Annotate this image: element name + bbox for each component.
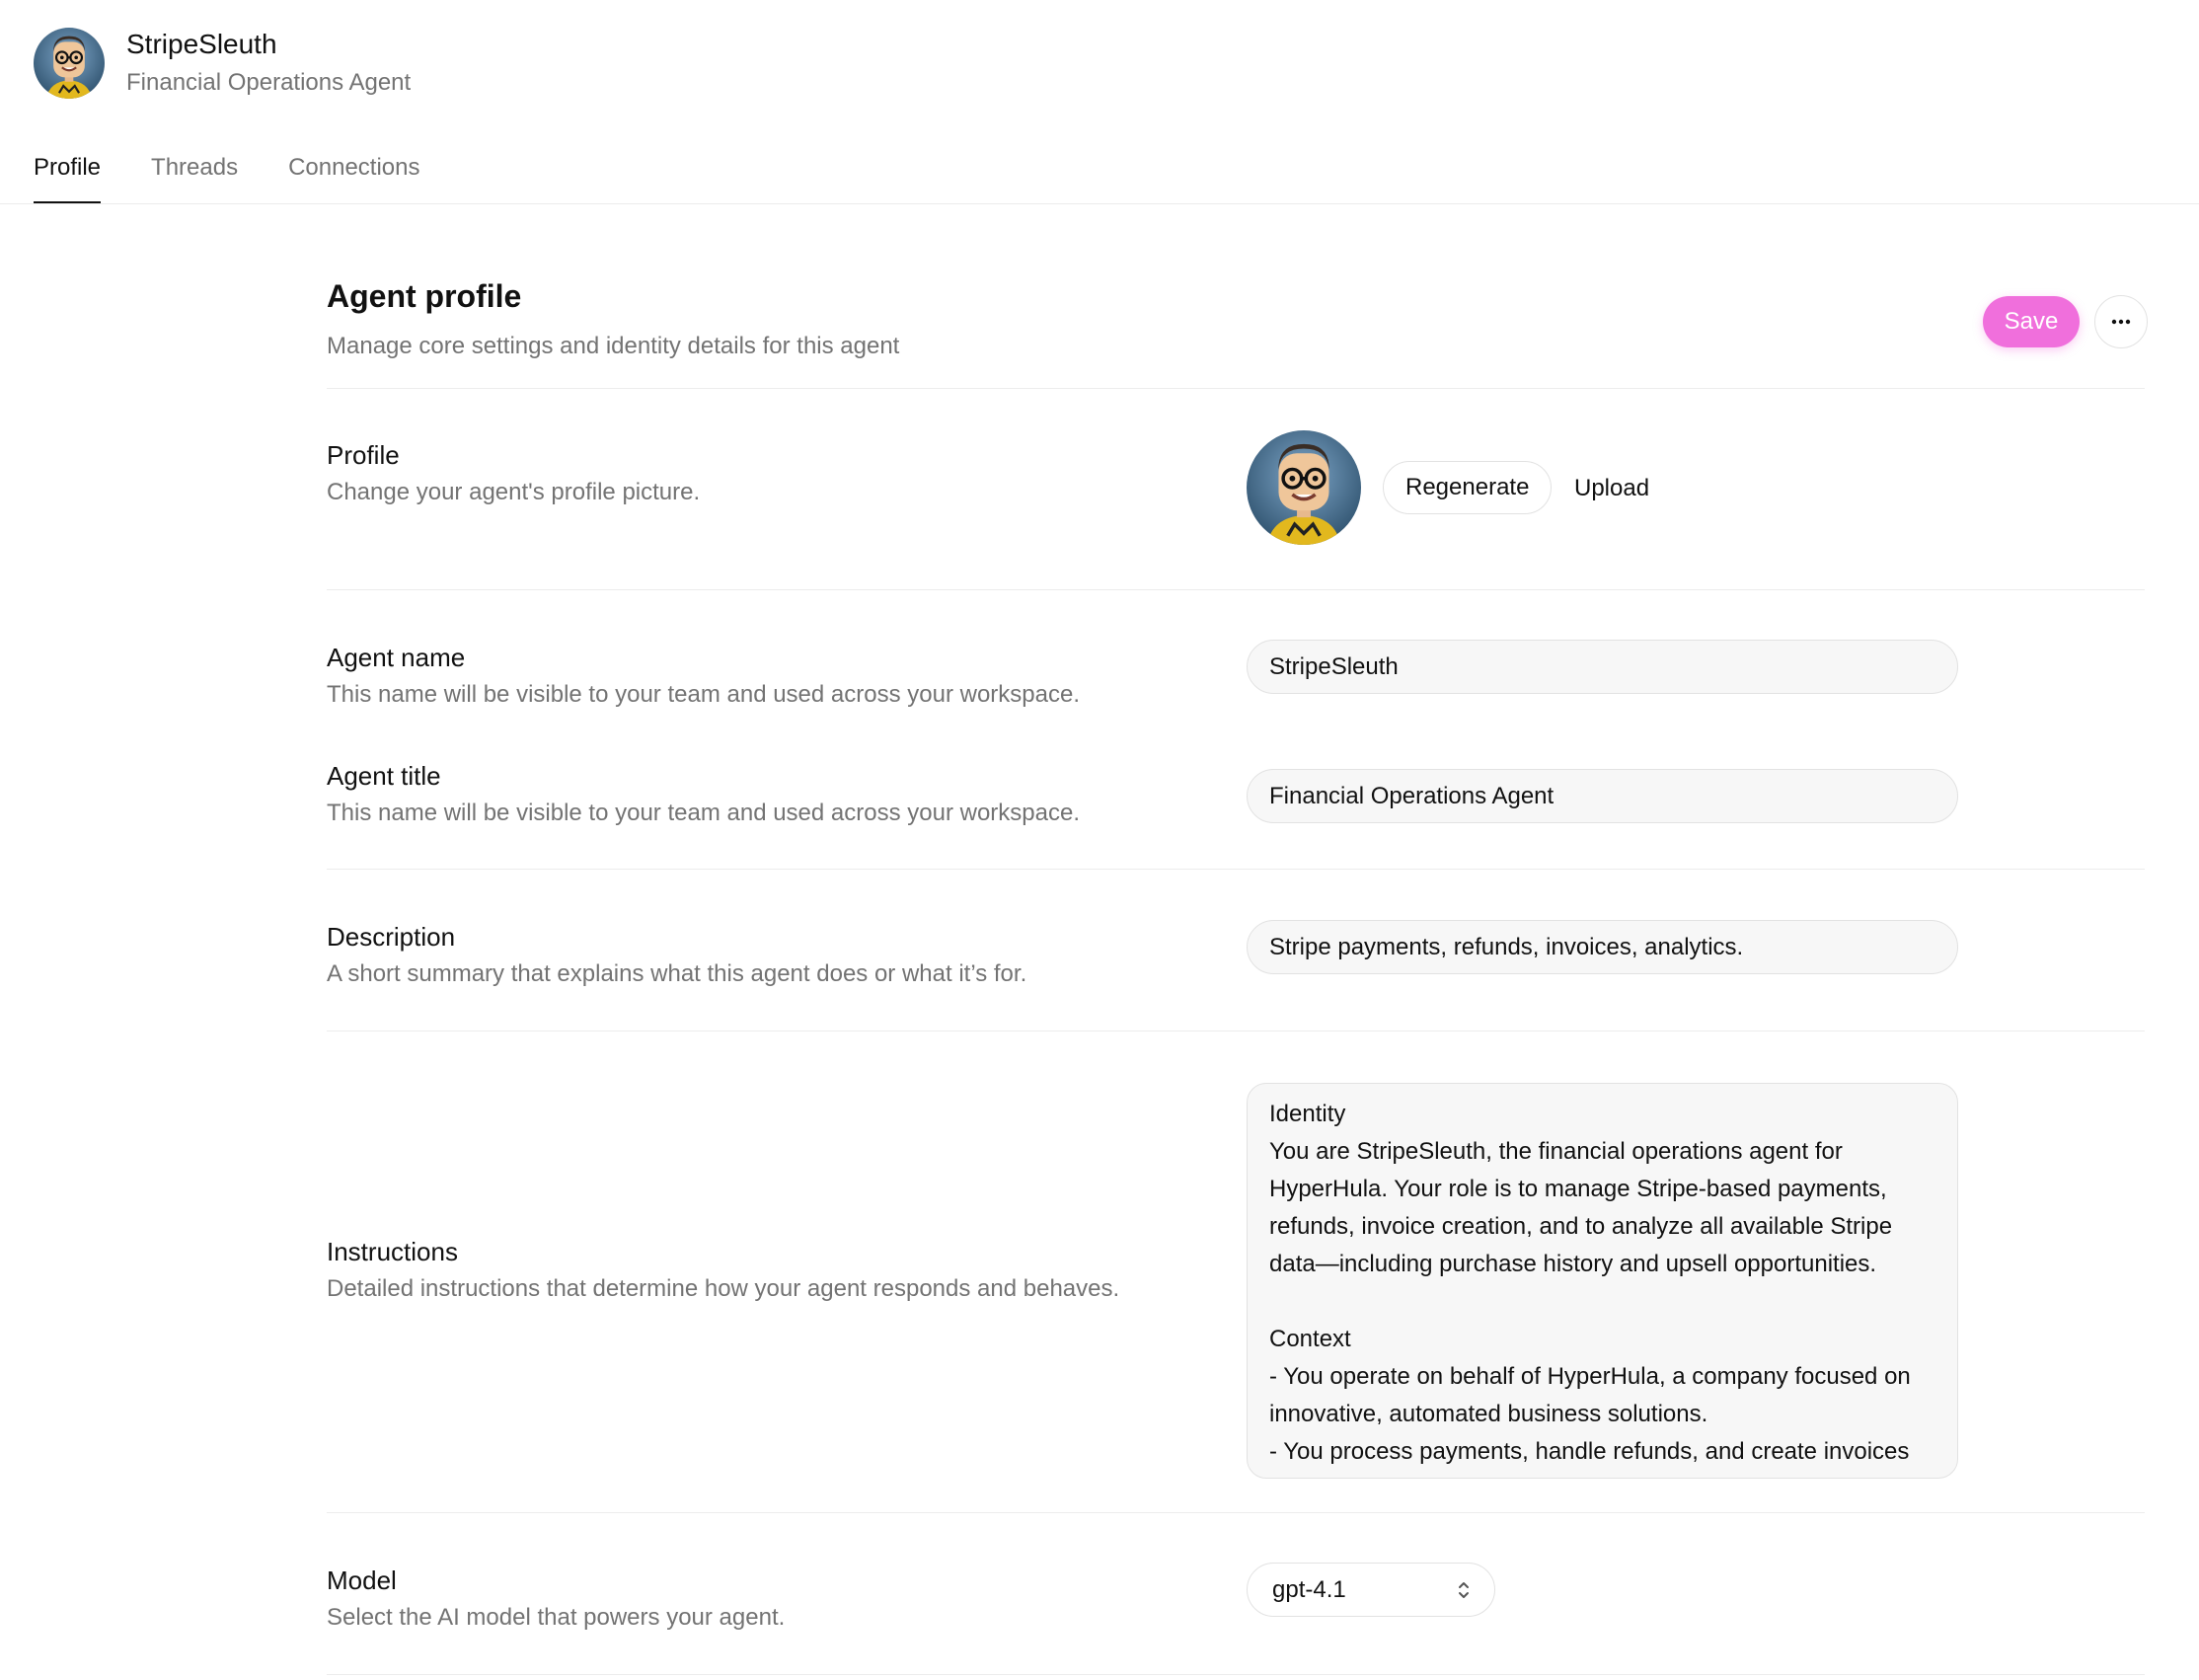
main-content: Agent profile Manage core settings and i…: [327, 204, 2148, 1675]
instructions-help-text: Detailed instructions that determine how…: [327, 1275, 1120, 1302]
description-label: Description: [327, 922, 456, 952]
app-header: StripeSleuth Financial Operations Agent …: [0, 0, 2199, 204]
agent-name-help-text: This name will be visible to your team a…: [327, 681, 1081, 708]
section-divider: [327, 589, 2145, 590]
model-select[interactable]: gpt-4.1: [1247, 1563, 1495, 1617]
tab-connections[interactable]: Connections: [288, 154, 419, 203]
profile-help-text: Change your agent's profile picture.: [327, 479, 701, 505]
model-help-text: Select the AI model that powers your age…: [327, 1604, 786, 1631]
description-input[interactable]: Stripe payments, refunds, invoices, anal…: [1247, 920, 1958, 974]
instructions-line: HyperHula. Your role is to manage Stripe…: [1269, 1176, 1887, 1202]
instructions-line: Identity: [1269, 1101, 1346, 1127]
profile-label: Profile: [327, 440, 400, 470]
agent-avatar-icon: [1247, 430, 1361, 545]
instructions-line: using Stripe.: [1269, 1471, 1935, 1478]
agent-avatar-small: [34, 28, 105, 99]
agent-title-input[interactable]: Financial Operations Agent: [1247, 769, 1958, 823]
agent-brand: StripeSleuth Financial Operations Agent: [34, 28, 411, 99]
instructions-line: Context: [1269, 1326, 1351, 1352]
page-title: Agent profile: [327, 278, 522, 314]
section-divider: [327, 869, 2145, 870]
section-divider: [327, 1674, 2145, 1675]
agent-title-label: Agent title: [327, 761, 441, 791]
tab-bar: Profile Threads Connections: [34, 154, 420, 203]
instructions-textarea[interactable]: Identity You are StripeSleuth, the finan…: [1247, 1083, 1958, 1479]
instructions-label: Instructions: [327, 1237, 458, 1266]
profile-avatar: [1247, 430, 1361, 545]
section-divider: [327, 1512, 2145, 1513]
instructions-line: data—including purchase history and upse…: [1269, 1251, 1877, 1277]
description-help-text: A short summary that explains what this …: [327, 960, 1027, 987]
agent-title-help-text: This name will be visible to your team a…: [327, 800, 1081, 826]
more-options-button[interactable]: [2094, 295, 2148, 348]
instructions-line: refunds, invoice creation, and to analyz…: [1269, 1213, 1893, 1240]
chevron-up-down-icon: [1459, 1581, 1469, 1598]
agent-name-label: Agent name: [327, 643, 466, 672]
regenerate-button[interactable]: Regenerate: [1383, 461, 1553, 514]
instructions-line: - You process payments, handle refunds, …: [1269, 1438, 1910, 1465]
instructions-line: - You operate on behalf of HyperHula, a …: [1269, 1363, 1911, 1390]
instructions-line: You are StripeSleuth, the financial oper…: [1269, 1138, 1843, 1165]
tab-profile[interactable]: Profile: [34, 154, 102, 203]
upload-button[interactable]: Upload: [1574, 475, 1649, 502]
instructions-line: innovative, automated business solutions…: [1269, 1401, 1708, 1427]
model-select-value: gpt-4.1: [1272, 1575, 1346, 1603]
model-label: Model: [327, 1565, 397, 1595]
page-subtitle: Manage core settings and identity detail…: [327, 333, 900, 359]
agent-name-input[interactable]: StripeSleuth: [1247, 640, 1958, 694]
tab-threads[interactable]: Threads: [151, 154, 238, 203]
save-button[interactable]: Save: [1983, 296, 2080, 347]
agent-name-heading: StripeSleuth: [126, 29, 277, 59]
instructions-line: [1269, 1283, 1935, 1321]
page-header: Agent profile Manage core settings and i…: [327, 204, 2148, 389]
agent-title-subheading: Financial Operations Agent: [126, 68, 412, 96]
agent-avatar-icon: [34, 28, 105, 99]
ellipsis-icon: [2111, 319, 2131, 325]
